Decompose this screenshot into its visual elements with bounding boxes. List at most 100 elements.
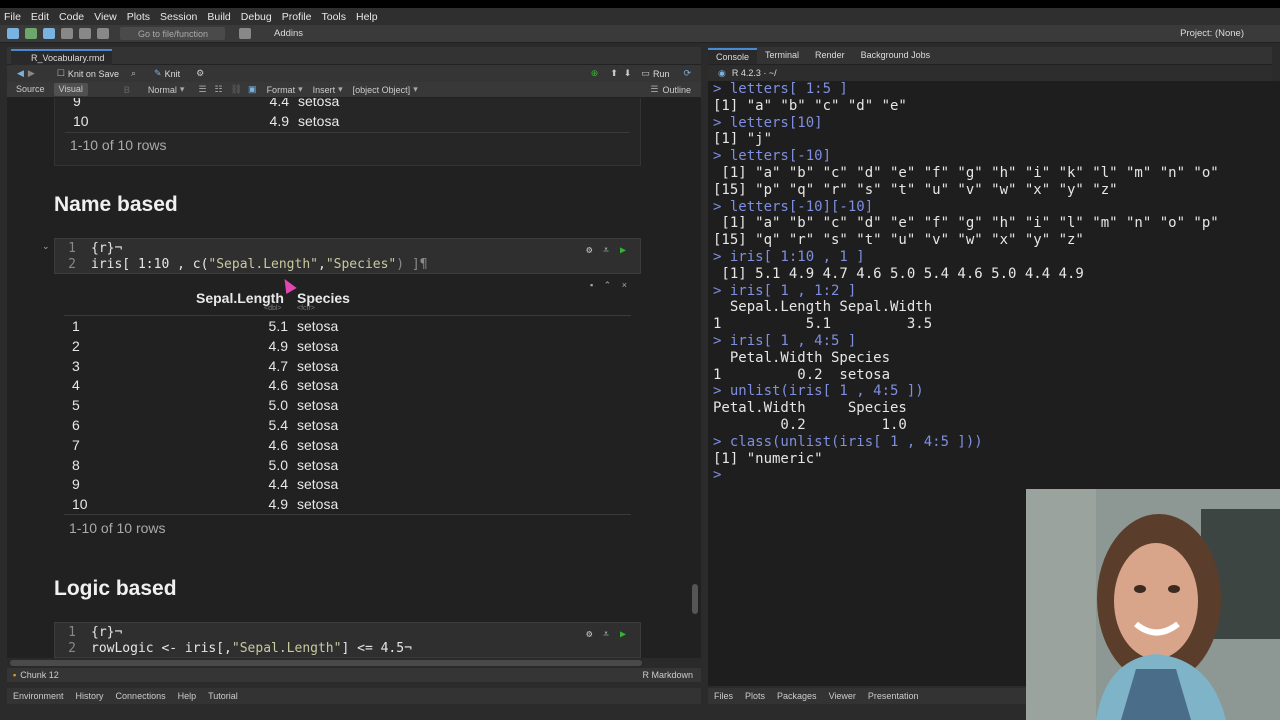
file-type-indicator[interactable]: R Markdown xyxy=(642,670,693,680)
source-menu-icon[interactable]: ⟳ xyxy=(683,68,691,79)
run-chunk-icon[interactable]: ▶ xyxy=(620,629,626,640)
menu-tools[interactable]: Tools xyxy=(321,11,346,23)
row-value: 5.1 xyxy=(268,318,288,334)
save-icon[interactable] xyxy=(61,28,73,39)
run-icon[interactable]: ▭ xyxy=(641,68,650,79)
menu-code[interactable]: Code xyxy=(59,11,84,23)
console-output-line: [15] "q" "r" "s" "t" "u" "v" "w" "x" "y"… xyxy=(713,232,1084,249)
console-output-line: [1] "a" "b" "c" "d" "e" xyxy=(713,97,907,114)
new-file-icon[interactable] xyxy=(7,28,19,39)
open-file-icon[interactable] xyxy=(43,28,55,39)
editor-vertical-scrollbar[interactable] xyxy=(692,584,698,614)
knit-icon[interactable]: ✎ xyxy=(154,68,162,79)
row-species: setosa xyxy=(297,456,339,473)
run-chunk-icon[interactable]: ▶ xyxy=(620,245,626,256)
outline-button[interactable]: Outline xyxy=(662,85,691,95)
menu-file[interactable]: File xyxy=(4,11,21,23)
style-dropdown[interactable]: Normal xyxy=(148,85,177,95)
bold-icon[interactable]: B xyxy=(124,85,130,95)
code-line: iris[ 1:10 , c("Sepal.Length","Species")… xyxy=(91,257,428,272)
image-icon[interactable]: ▣ xyxy=(248,84,257,95)
tab-presentation[interactable]: Presentation xyxy=(868,691,919,701)
down-arrow-icon[interactable]: ⬇ xyxy=(624,68,632,79)
chevron-down-icon: ▾ xyxy=(338,84,343,94)
chunk-actions: ⚙ ⩡ ▶ xyxy=(586,245,626,256)
table-menu[interactable]: [object Object] xyxy=(353,85,411,95)
tab-packages[interactable]: Packages xyxy=(777,691,817,701)
addins-menu[interactable]: Addins xyxy=(274,28,303,39)
visual-mode-button[interactable]: Visual xyxy=(53,83,88,96)
search-icon[interactable]: ⌕ xyxy=(131,68,136,79)
bullet-list-icon[interactable]: ☰ xyxy=(198,84,206,95)
console-input-line: > iris[ 1:10 , 1 ] xyxy=(713,248,865,265)
gear-icon[interactable]: ⚙ xyxy=(196,68,204,79)
code-chunk-name-based[interactable]: 1 {r}¬ 2 iris[ 1:10 , c("Sepal.Length","… xyxy=(54,238,641,274)
col-header-sepal-length[interactable]: Sepal.Length xyxy=(196,290,284,306)
tab-history[interactable]: History xyxy=(76,691,104,701)
run-button[interactable]: Run xyxy=(653,69,670,79)
menu-session[interactable]: Session xyxy=(160,11,197,23)
visual-editor[interactable]: 9 4.4 setosa 10 4.9 setosa 1-10 of 10 ro… xyxy=(7,98,701,658)
menu-debug[interactable]: Debug xyxy=(241,11,272,23)
tab-files[interactable]: Files xyxy=(714,691,733,701)
tab-viewer[interactable]: Viewer xyxy=(829,691,856,701)
col-header-species[interactable]: Species xyxy=(297,290,350,306)
forward-arrow-icon[interactable]: ▶ xyxy=(28,68,35,79)
tab-help[interactable]: Help xyxy=(178,691,197,701)
back-arrow-icon[interactable]: ◀ xyxy=(17,68,24,79)
menu-build[interactable]: Build xyxy=(207,11,230,23)
chunk-icon: ▪ xyxy=(13,670,17,680)
row-index: 4 xyxy=(72,377,80,394)
knit-button[interactable]: Knit xyxy=(165,69,181,79)
tab-render[interactable]: Render xyxy=(807,48,853,64)
insert-menu[interactable]: Insert xyxy=(313,85,336,95)
files-pane-tabs: Files Plots Packages Viewer Presentation xyxy=(708,688,1026,704)
row-index: 6 xyxy=(72,417,80,433)
menu-profile[interactable]: Profile xyxy=(282,11,312,23)
menu-help[interactable]: Help xyxy=(356,11,378,23)
tab-background-jobs[interactable]: Background Jobs xyxy=(853,48,939,64)
outline-icon[interactable]: ☰ xyxy=(650,84,658,95)
chunk-gear-icon[interactable]: ⚙ xyxy=(586,245,592,256)
numbered-list-icon[interactable]: ☷ xyxy=(215,84,223,95)
collapse-chevron-icon[interactable]: ⌄ xyxy=(42,241,50,252)
save-all-icon[interactable] xyxy=(79,28,91,39)
close-output-icon[interactable]: × xyxy=(622,280,627,290)
editor-tab-rvocabulary[interactable]: R_Vocabulary.rmd xyxy=(11,49,113,65)
webcam-overlay xyxy=(1026,489,1280,720)
run-above-icon[interactable]: ⩡ xyxy=(603,629,609,640)
goto-file-input[interactable]: Go to file/function xyxy=(120,27,225,40)
tab-connections[interactable]: Connections xyxy=(116,691,166,701)
format-menu[interactable]: Format xyxy=(267,85,296,95)
link-icon[interactable]: ⛓ xyxy=(231,84,242,95)
editor-tab-bar: R_Vocabulary.rmd xyxy=(7,47,701,65)
editor-horizontal-scrollbar[interactable] xyxy=(7,658,701,668)
up-arrow-icon[interactable]: ⬆ xyxy=(610,68,618,79)
expand-output-icon[interactable]: ▪ xyxy=(590,280,593,290)
print-icon[interactable] xyxy=(97,28,109,39)
tab-terminal[interactable]: Terminal xyxy=(757,48,807,64)
menu-edit[interactable]: Edit xyxy=(31,11,49,23)
console-input-line: > letters[-10][-10] xyxy=(713,198,874,215)
line-number: 2 xyxy=(68,641,76,656)
collapse-output-icon[interactable]: ⌃ xyxy=(604,280,612,290)
tab-console[interactable]: Console xyxy=(708,48,758,64)
tab-tutorial[interactable]: Tutorial xyxy=(208,691,238,701)
code-chunk-logic-based[interactable]: 1 {r}¬ 2 rowLogic <- iris[,"Sepal.Length… xyxy=(54,622,641,658)
console-output-line: [1] "a" "b" "c" "d" "e" "f" "g" "h" "i" … xyxy=(713,215,1219,232)
source-mode-button[interactable]: Source xyxy=(11,83,50,96)
heading-name-based: Name based xyxy=(54,193,178,216)
knit-on-save-checkbox[interactable]: ☐ xyxy=(57,68,65,79)
chunk-gear-icon[interactable]: ⚙ xyxy=(586,629,592,640)
menu-view[interactable]: View xyxy=(94,11,117,23)
new-project-icon[interactable] xyxy=(25,28,37,39)
grid-icon[interactable] xyxy=(239,28,251,39)
run-above-icon[interactable]: ⩡ xyxy=(603,245,609,256)
menu-plots[interactable]: Plots xyxy=(127,11,150,23)
tab-plots[interactable]: Plots xyxy=(745,691,765,701)
table-row: 10 4.9 setosa xyxy=(55,111,640,131)
tab-environment[interactable]: Environment xyxy=(13,691,64,701)
chunk-indicator[interactable]: Chunk 12 xyxy=(20,670,59,680)
project-menu[interactable]: Project: (None) xyxy=(1180,28,1244,39)
insert-chunk-icon[interactable]: ⊕ xyxy=(591,68,599,79)
